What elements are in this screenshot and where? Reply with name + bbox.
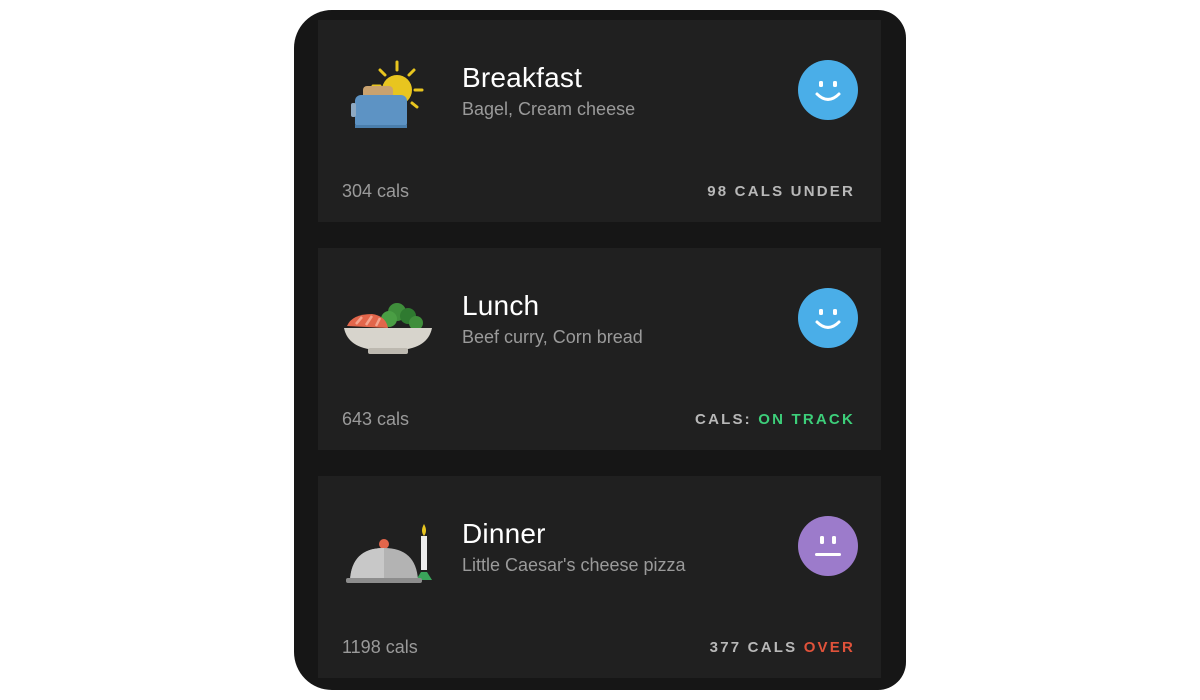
neutral-face-icon[interactable] <box>798 516 858 576</box>
happy-face-icon[interactable] <box>798 288 858 348</box>
meal-card-breakfast[interactable]: Breakfast Bagel, Cream cheese 304 cals 9… <box>318 20 881 222</box>
happy-face-icon[interactable] <box>798 60 858 120</box>
calorie-status: 377 CALS OVER <box>710 638 855 658</box>
meal-log-screen: Breakfast Bagel, Cream cheese 304 cals 9… <box>294 10 906 690</box>
salad-bowl-icon <box>342 276 434 356</box>
meal-items: Little Caesar's cheese pizza <box>462 555 686 575</box>
calorie-status: CALS: ON TRACK <box>695 410 855 430</box>
status-highlight: OVER <box>803 639 855 656</box>
meal-items: Bagel, Cream cheese <box>462 99 636 119</box>
meal-card-lunch[interactable]: Lunch Beef curry, Corn bread 643 cals CA… <box>318 248 881 450</box>
meal-title: Dinner <box>462 518 546 549</box>
status-prefix: CALS: <box>695 411 752 428</box>
meal-title: Breakfast <box>462 62 583 93</box>
toaster-sun-icon <box>342 48 434 130</box>
calorie-count: 304 cals <box>342 181 410 201</box>
calorie-count: 643 cals <box>342 409 410 429</box>
meal-card-dinner[interactable]: Dinner Little Caesar's cheese pizza 1198… <box>318 476 881 678</box>
status-highlight: ON TRACK <box>758 411 855 428</box>
meal-items: Beef curry, Corn bread <box>462 327 643 347</box>
cloche-candle-icon <box>342 504 434 584</box>
meal-title: Lunch <box>462 290 540 321</box>
status-prefix: 377 CALS <box>709 639 798 656</box>
calorie-status: 98 CALS UNDER <box>707 183 855 200</box>
calorie-count: 1198 cals <box>342 637 418 657</box>
